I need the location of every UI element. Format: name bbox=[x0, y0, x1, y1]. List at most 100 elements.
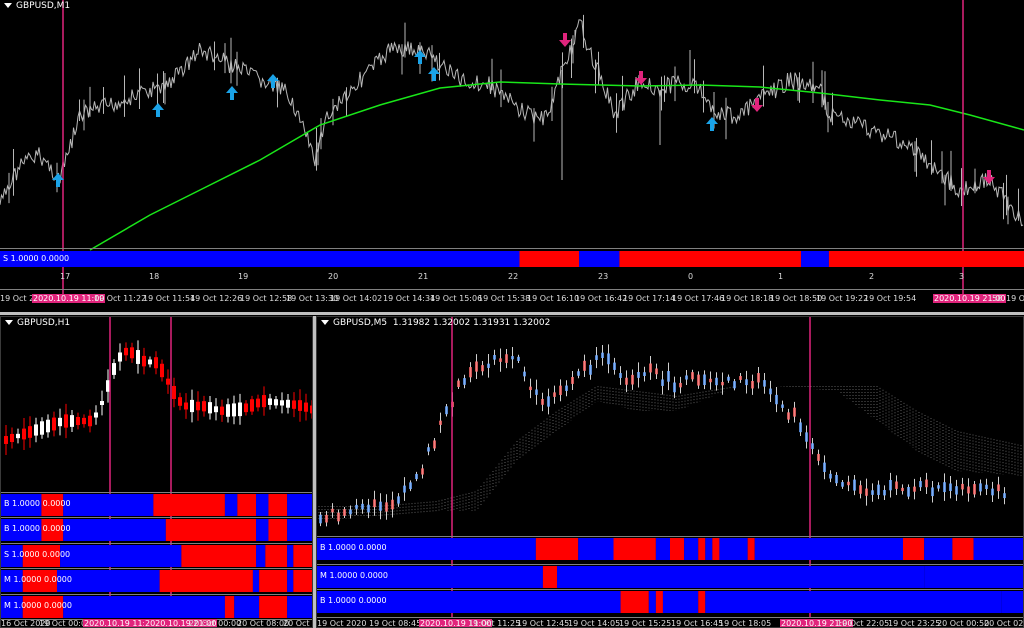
time-tick-label: 19 Oct 17:46 bbox=[672, 294, 725, 303]
candle-body bbox=[697, 374, 700, 386]
signal-strip-segment bbox=[698, 538, 706, 560]
signal-strip-segment bbox=[655, 538, 670, 560]
signal-strip-segment bbox=[754, 538, 903, 560]
time-tick-label: 19 Oct 14:02 bbox=[330, 294, 383, 303]
candle-body bbox=[160, 363, 164, 378]
candle-body bbox=[439, 420, 442, 425]
candle-body bbox=[409, 482, 412, 490]
candle-body bbox=[673, 382, 676, 393]
candle-body bbox=[649, 363, 652, 373]
candle-body bbox=[427, 447, 430, 452]
time-tick-label: 19 Oct 15:25 bbox=[619, 619, 672, 628]
signal-strip-segment bbox=[648, 591, 656, 613]
candle-body bbox=[4, 436, 8, 444]
candle-body bbox=[244, 403, 248, 413]
candle-body bbox=[517, 356, 520, 361]
right-ohlc-readout: 1.31982 1.32002 1.31931 1.32002 bbox=[392, 318, 551, 328]
signal-strip-segment bbox=[655, 591, 663, 613]
signal-strip-segment bbox=[259, 570, 288, 592]
candle-body bbox=[619, 373, 622, 378]
candle-body bbox=[637, 371, 640, 378]
candle-body bbox=[631, 374, 634, 385]
candle-body bbox=[190, 399, 194, 413]
right-price-chart[interactable] bbox=[317, 317, 1024, 628]
indicator-separator bbox=[317, 564, 1023, 565]
candle-body bbox=[733, 381, 736, 389]
indicator-separator bbox=[1, 517, 312, 518]
indicator-label: S 1.0000 0.0000 bbox=[4, 550, 71, 559]
candle-body bbox=[763, 380, 766, 387]
signal-strip-segment bbox=[828, 251, 1024, 267]
buy-arrow-icon bbox=[226, 86, 238, 100]
candle-body bbox=[136, 350, 140, 364]
hour-label: 23 bbox=[598, 272, 609, 281]
candle-body bbox=[112, 363, 116, 375]
signal-strip-segment bbox=[252, 570, 260, 592]
candle-body bbox=[943, 482, 946, 493]
candle-body bbox=[100, 400, 104, 406]
candle-body bbox=[385, 502, 388, 512]
right-chart-panel[interactable]: GBPUSD,M5 1.31982 1.32002 1.31931 1.3200… bbox=[316, 316, 1024, 628]
signal-strip-segment bbox=[165, 519, 257, 541]
top-chart-panel[interactable]: GBPUSD,M1 S 1.0000 0.0000 17 18 19 20 21 22 23… bbox=[0, 0, 1024, 310]
collapse-triangle-icon[interactable] bbox=[5, 320, 13, 325]
left-chart-panel[interactable]: GBPUSD,H1 B 1.0000 0.0000 B 1.0000 0.0000… bbox=[0, 316, 313, 628]
signal-strip-segment bbox=[719, 538, 748, 560]
signal-strip-segment bbox=[578, 538, 614, 560]
candle-body bbox=[793, 407, 796, 417]
time-tick-label: 58 bbox=[992, 294, 1003, 303]
candle-body bbox=[559, 385, 562, 395]
indicator-label: B 1.0000 0.0000 bbox=[4, 499, 71, 508]
candle-body bbox=[268, 398, 272, 405]
signal-strip-segment bbox=[924, 538, 953, 560]
signal-strip-segment bbox=[287, 570, 294, 592]
collapse-triangle-icon[interactable] bbox=[4, 3, 12, 8]
time-tick-label: 19 Oct 16:45 bbox=[671, 619, 724, 628]
candle-body bbox=[979, 483, 982, 492]
hour-label: 1 bbox=[778, 272, 784, 281]
signal-strip-segment bbox=[293, 570, 312, 592]
candle-body bbox=[589, 364, 592, 375]
time-tick-label: 19 Oct 12:58 bbox=[240, 294, 293, 303]
candle-body bbox=[421, 468, 424, 475]
signal-strip-segment bbox=[224, 596, 235, 618]
candle-body bbox=[337, 512, 340, 522]
candle-body bbox=[835, 474, 838, 484]
candle-body bbox=[493, 355, 496, 360]
candle-body bbox=[769, 388, 772, 395]
candle-body bbox=[601, 352, 604, 359]
candle-body bbox=[46, 419, 50, 433]
candle-body bbox=[391, 499, 394, 510]
buy-arrow-icon bbox=[52, 173, 64, 187]
candle-body bbox=[535, 389, 538, 395]
candle-body bbox=[250, 399, 254, 412]
buy-arrow-icon bbox=[706, 117, 718, 131]
candle-body bbox=[88, 415, 92, 427]
candle-body bbox=[865, 488, 868, 496]
signal-strip-segment bbox=[287, 545, 294, 567]
signal-strip-segment bbox=[519, 251, 580, 267]
signal-strip-segment bbox=[237, 494, 257, 516]
signal-strip-segment bbox=[256, 519, 269, 541]
candle-body bbox=[577, 371, 580, 376]
candle-body bbox=[433, 440, 436, 449]
candle-body bbox=[208, 402, 212, 414]
candle-body bbox=[667, 371, 670, 382]
candle-body bbox=[262, 395, 266, 408]
candle-body bbox=[16, 433, 20, 439]
candle-body bbox=[805, 432, 808, 442]
candle-body bbox=[196, 401, 200, 411]
candle-body bbox=[739, 376, 742, 380]
top-price-chart[interactable] bbox=[0, 0, 1024, 310]
candle-body bbox=[889, 479, 892, 491]
horizontal-splitter[interactable] bbox=[0, 312, 1024, 315]
signal-strip-segment bbox=[256, 494, 269, 516]
candle-body bbox=[811, 443, 814, 449]
candle-body bbox=[469, 367, 472, 378]
signal-strip-segment bbox=[924, 566, 1023, 588]
time-tick-label: 19 Oct 18:05 bbox=[719, 619, 772, 628]
candle-body bbox=[403, 485, 406, 493]
collapse-triangle-icon[interactable] bbox=[321, 320, 329, 325]
candle-body bbox=[691, 372, 694, 380]
hour-label: 17 bbox=[60, 272, 71, 281]
